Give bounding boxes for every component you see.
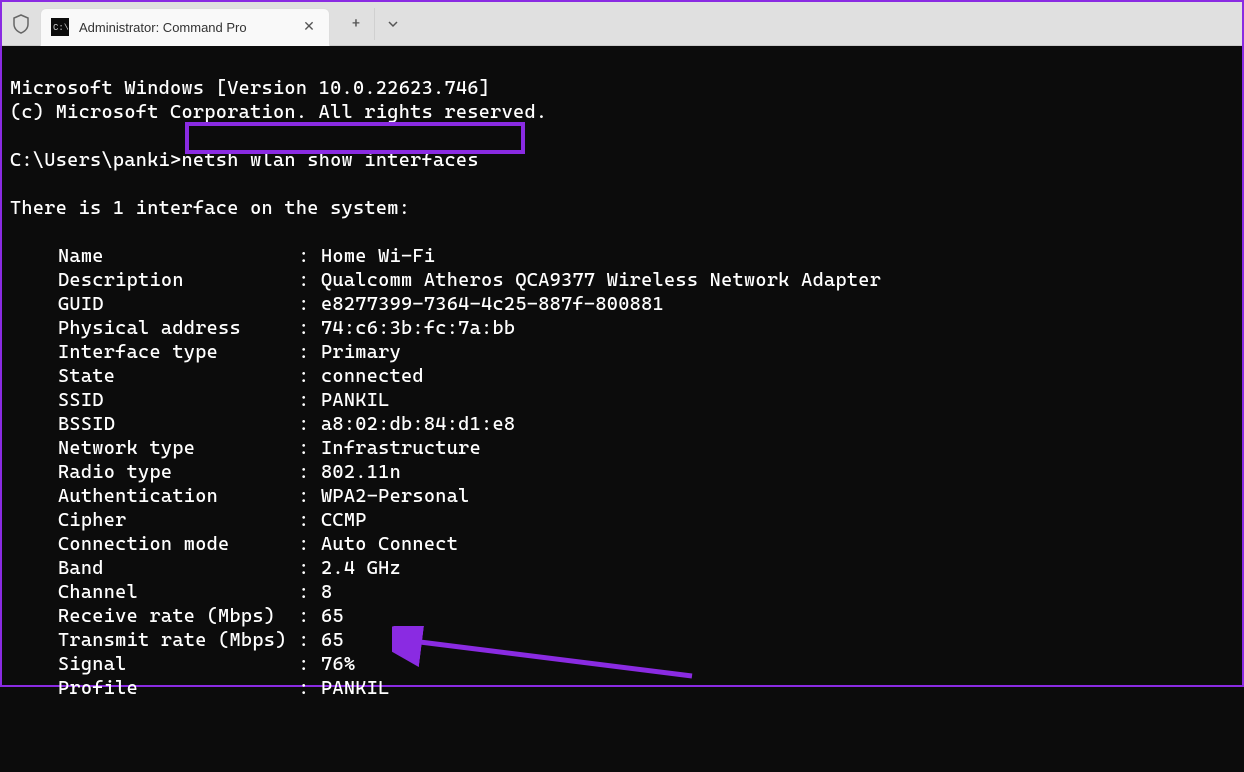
tab-controls: + [330,2,410,45]
command-text: netsh wlan show interfaces [182,149,479,171]
field-label: Description [58,269,298,291]
field-label: SSID [58,389,298,411]
field-label: Cipher [58,509,298,531]
field-value: Auto Connect [321,533,458,555]
terminal-content[interactable]: Microsoft Windows [Version 10.0.22623.74… [2,46,1242,685]
interface-count-line: There is 1 interface on the system: [10,197,410,219]
field-label: Connection mode [58,533,298,555]
field-separator: : [298,533,321,555]
field-value: Infrastructure [321,437,481,459]
field-separator: : [298,629,321,651]
field-separator: : [298,269,321,291]
field-label: Signal [58,653,298,675]
field-label: Physical address [58,317,298,339]
new-tab-button[interactable]: + [338,8,374,40]
cmd-prompt-icon: C:\ [51,18,69,36]
field-separator: : [298,413,321,435]
field-value: 76% [321,653,355,675]
field-separator: : [298,557,321,579]
field-label: Name [58,245,298,267]
field-separator: : [298,437,321,459]
field-separator: : [298,389,321,411]
field-label: Band [58,557,298,579]
field-value: 65 [321,605,344,627]
field-label: Interface type [58,341,298,363]
field-separator: : [298,581,321,603]
field-value: PANKIL [321,389,390,411]
field-value: Qualcomm Atheros QCA9377 Wireless Networ… [321,269,881,291]
field-value: e8277399-7364-4c25-887f-800881 [321,293,664,315]
shield-icon [2,2,40,45]
title-bar: C:\ Administrator: Command Pro ✕ + [2,2,1242,46]
field-separator: : [298,341,321,363]
field-separator: : [298,605,321,627]
field-value: 74:c6:3b:fc:7a:bb [321,317,515,339]
field-value: 65 [321,629,344,651]
field-separator: : [298,509,321,531]
prompt: C:\Users\panki> [10,149,182,171]
svg-text:C:\: C:\ [53,23,68,33]
field-value: CCMP [321,509,367,531]
field-value: Primary [321,341,401,363]
field-separator: : [298,365,321,387]
tab-dropdown-button[interactable] [374,8,410,40]
field-separator: : [298,317,321,339]
field-separator: : [298,677,321,699]
field-label: Receive rate (Mbps) [58,605,298,627]
field-label: Radio type [58,461,298,483]
field-value: Home Wi-Fi [321,245,435,267]
field-label: State [58,365,298,387]
field-label: Network type [58,437,298,459]
field-label: GUID [58,293,298,315]
field-value: connected [321,365,424,387]
field-separator: : [298,461,321,483]
field-label: BSSID [58,413,298,435]
copyright-line: (c) Microsoft Corporation. All rights re… [10,101,547,123]
tab-title: Administrator: Command Pro [79,20,299,35]
field-value: PANKIL [321,677,390,699]
field-separator: : [298,653,321,675]
field-label: Channel [58,581,298,603]
active-tab[interactable]: C:\ Administrator: Command Pro ✕ [40,8,330,46]
field-value: WPA2-Personal [321,485,470,507]
field-label: Authentication [58,485,298,507]
field-separator: : [298,245,321,267]
field-label: Transmit rate (Mbps) [58,629,298,651]
field-value: a8:02:db:84:d1:e8 [321,413,515,435]
field-value: 802.11n [321,461,401,483]
field-value: 2.4 GHz [321,557,401,579]
windows-version-line: Microsoft Windows [Version 10.0.22623.74… [10,77,490,99]
field-separator: : [298,485,321,507]
tab-close-button[interactable]: ✕ [299,17,319,37]
field-label: Profile [58,677,298,699]
field-separator: : [298,293,321,315]
field-value: 8 [321,581,332,603]
